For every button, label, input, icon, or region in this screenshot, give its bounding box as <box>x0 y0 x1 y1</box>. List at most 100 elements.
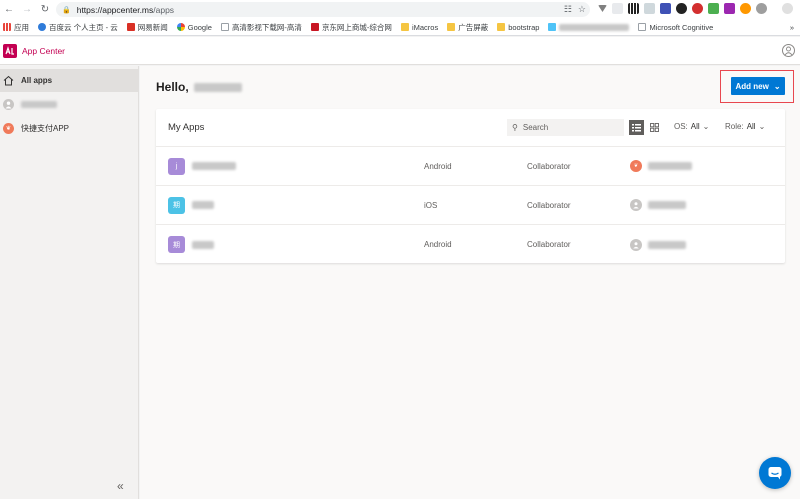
chevron-down-icon: ⌄ <box>702 122 710 131</box>
owner-cell <box>630 199 686 211</box>
bookmarks-bar: 应用 百度云 个人主页 - 云 网易新闻 Google 高清影视下载网-高清 京… <box>0 19 800 36</box>
extension-icons <box>598 3 793 14</box>
table-row[interactable]: 期 Android Collaborator <box>156 225 785 264</box>
account-avatar-icon[interactable] <box>782 44 795 57</box>
search-icon: ⚲ <box>512 123 518 132</box>
owner-avatar-icon <box>630 238 642 251</box>
bookmark-item[interactable]: 百度云 个人主页 - 云 <box>38 22 118 33</box>
grid-view-button[interactable] <box>647 120 662 135</box>
redacted-app-name <box>192 162 236 170</box>
baidu-cloud-icon <box>38 23 46 31</box>
owner-avatar-icon: ❦ <box>630 160 642 172</box>
bookmark-icon <box>548 23 557 31</box>
chat-icon <box>768 467 782 480</box>
user-icon <box>3 99 14 110</box>
search-placeholder: Search <box>522 123 549 132</box>
role-cell: Collaborator <box>527 161 571 171</box>
app-header: App Center <box>0 37 800 65</box>
extension-icon[interactable] <box>644 3 655 14</box>
sidebar: All apps ❦ 快捷支付APP « <box>0 66 139 499</box>
os-cell: Android <box>424 161 452 171</box>
back-arrow-icon[interactable]: ← <box>0 0 18 19</box>
url-text: https://appcenter.ms/apps <box>76 4 175 15</box>
extension-icon[interactable] <box>782 3 793 14</box>
redacted-app-name <box>192 240 214 249</box>
extension-icon[interactable] <box>598 5 607 12</box>
owner-avatar-icon <box>630 199 642 211</box>
chevron-down-icon: ⌄ <box>773 81 781 91</box>
grid-view-icon <box>650 123 659 132</box>
star-icon[interactable]: ☆ <box>578 4 586 15</box>
bookmark-apps[interactable]: 应用 <box>3 22 29 33</box>
bookmark-folder[interactable]: 广告屏蔽 <box>447 22 488 33</box>
role-filter-dropdown[interactable]: Role: All ⌄ <box>725 122 765 131</box>
sidebar-item-app[interactable]: ❦ 快捷支付APP <box>0 117 138 140</box>
extension-icon[interactable] <box>660 3 671 14</box>
page-icon <box>638 23 647 31</box>
list-view-button[interactable] <box>629 120 644 135</box>
os-cell: iOS <box>424 200 438 210</box>
redacted-app-name <box>192 201 214 209</box>
extension-icon[interactable] <box>740 3 751 14</box>
bookmarks-overflow-icon[interactable]: » <box>790 23 794 32</box>
brand-name[interactable]: App Center <box>22 46 65 56</box>
page-icon <box>220 23 229 31</box>
apps-card: My Apps ⚲ Search OS: All ⌄ Role: All ⌄ j… <box>156 109 785 263</box>
netease-icon <box>126 23 135 31</box>
bookmark-item[interactable] <box>548 23 630 31</box>
bookmark-item[interactable]: 网易新闻 <box>126 22 168 33</box>
collapse-sidebar-icon[interactable]: « <box>117 479 124 493</box>
qr-icon[interactable] <box>628 3 639 14</box>
jd-icon <box>310 23 319 31</box>
extension-icon[interactable] <box>676 3 687 14</box>
extension-icon[interactable] <box>724 3 735 14</box>
owner-cell: ❦ <box>630 160 692 172</box>
bookmark-item[interactable]: 京东网上商城-综合网 <box>310 22 392 33</box>
sidebar-item-label: All apps <box>21 76 53 85</box>
list-view-icon <box>632 124 641 132</box>
redacted-owner <box>648 201 686 209</box>
extension-icon[interactable] <box>756 3 767 14</box>
bookmark-item[interactable]: 高清影视下载网-高清 <box>220 22 302 33</box>
extension-icon[interactable] <box>612 3 623 14</box>
redacted-owner <box>648 240 686 249</box>
owner-cell <box>630 238 686 251</box>
redacted-owner <box>648 162 692 170</box>
folder-icon <box>447 23 456 31</box>
app-center-logo-icon[interactable] <box>3 43 17 58</box>
role-cell: Collaborator <box>527 200 571 210</box>
sidebar-item-label: 快捷支付APP <box>21 124 70 133</box>
reload-icon[interactable]: ↻ <box>36 0 54 19</box>
os-filter-dropdown[interactable]: OS: All ⌄ <box>674 122 709 131</box>
redacted-username <box>193 82 242 92</box>
os-cell: Android <box>424 240 452 249</box>
page-title: Hello, <box>156 80 242 94</box>
sidebar-item-all-apps[interactable]: All apps <box>0 69 138 92</box>
google-icon <box>176 23 185 31</box>
search-input[interactable]: ⚲ Search <box>507 119 624 136</box>
bookmark-item[interactable]: Google <box>176 23 212 32</box>
role-cell: Collaborator <box>527 240 571 249</box>
apps-list: j Android Collaborator ❦ 期 iOS Collabora… <box>156 147 785 264</box>
table-row[interactable]: 期 iOS Collaborator <box>156 186 785 225</box>
bookmark-folder[interactable]: bootstrap <box>497 23 539 32</box>
app-icon: 期 <box>168 196 185 214</box>
add-new-button[interactable]: Add new ⌄ <box>731 77 785 95</box>
bookmark-item[interactable]: Microsoft Cognitive <box>638 23 713 32</box>
bookmark-folder[interactable]: iMacros <box>400 23 438 32</box>
abp-icon[interactable] <box>692 3 703 14</box>
sidebar-item-user[interactable] <box>0 93 138 116</box>
support-chat-button[interactable] <box>759 457 791 489</box>
table-row[interactable]: j Android Collaborator ❦ <box>156 147 785 186</box>
forward-arrow-icon[interactable]: → <box>18 0 36 19</box>
redacted-username <box>21 101 57 108</box>
translate-icon[interactable]: ☷ <box>564 4 572 15</box>
app-icon: 期 <box>168 236 185 253</box>
redacted-text <box>559 23 630 31</box>
folder-icon <box>400 23 409 31</box>
lock-icon: 🔒 <box>62 6 71 14</box>
extension-icon[interactable] <box>708 3 719 14</box>
main-content: Hello, Add new ⌄ My Apps ⚲ Search OS: Al… <box>140 66 800 499</box>
address-bar[interactable]: 🔒 https://appcenter.ms/apps ☷ ☆ <box>56 2 590 17</box>
apps-card-header: My Apps ⚲ Search OS: All ⌄ Role: All ⌄ <box>156 109 785 147</box>
